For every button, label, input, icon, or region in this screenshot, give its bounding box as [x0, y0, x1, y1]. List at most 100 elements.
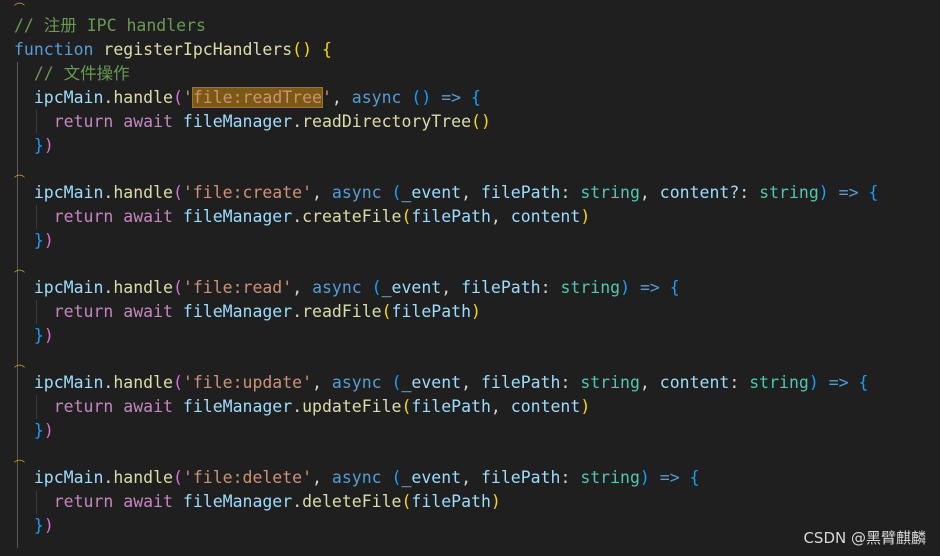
function-name: registerIpcHandlers: [103, 40, 293, 59]
code-line-18[interactable]: }): [14, 419, 54, 443]
brace: {: [669, 278, 680, 297]
keyword: async: [331, 373, 382, 392]
code-line-9[interactable]: return await fileManager.createFile(file…: [14, 205, 591, 229]
paren: ): [580, 397, 591, 416]
paren: (: [371, 278, 382, 297]
dot: .: [292, 207, 303, 226]
identifier: ipcMain: [33, 278, 104, 297]
search-highlight: file:readTree: [191, 87, 323, 108]
dot: .: [103, 468, 114, 487]
code-line-2[interactable]: function registerIpcHandlers() {: [14, 38, 332, 62]
arg: filePath: [411, 207, 491, 226]
paren: (: [381, 302, 392, 321]
code-line-21[interactable]: return await fileManager.deleteFile(file…: [14, 490, 501, 514]
method: updateFile: [302, 397, 402, 416]
paren: (: [391, 373, 402, 392]
type: string: [580, 468, 640, 487]
identifier: ipcMain: [33, 468, 104, 487]
type: string: [580, 183, 640, 202]
brace: {: [689, 468, 700, 487]
param: filePath: [461, 278, 541, 297]
brace: {: [868, 183, 879, 202]
comma: ,: [312, 183, 332, 202]
param: filePath: [480, 183, 561, 202]
paren: (: [401, 397, 412, 416]
type: string: [749, 373, 809, 392]
type: string: [580, 373, 640, 392]
code-line-12[interactable]: ipcMain.handle('file:read', async (_even…: [14, 276, 680, 300]
arg: filePath: [411, 397, 491, 416]
code-line-6[interactable]: }): [14, 134, 54, 158]
code-line-13[interactable]: return await fileManager.readFile(filePa…: [14, 300, 481, 324]
identifier: ipcMain: [33, 183, 104, 202]
method: deleteFile: [302, 492, 402, 511]
colon: :: [729, 373, 750, 392]
paren: (): [292, 40, 313, 59]
keyword: return: [53, 302, 114, 321]
method: handle: [113, 373, 173, 392]
comma: ,: [639, 183, 660, 202]
brace: }: [33, 231, 44, 250]
arrow: =>: [639, 278, 660, 297]
warning-squiggle: ⌒: [14, 2, 25, 15]
comma: ,: [312, 468, 332, 487]
code-line-17[interactable]: return await fileManager.updateFile(file…: [14, 395, 591, 419]
keyword: async: [331, 183, 382, 202]
dot: .: [292, 302, 303, 321]
code-line-4[interactable]: ipcMain.handle('file:readTree', async ()…: [14, 86, 481, 110]
paren: ): [818, 183, 829, 202]
keyword: return: [53, 397, 114, 416]
code-line-14[interactable]: }): [14, 324, 54, 348]
code-line-1[interactable]: // 注册 IPC handlers: [14, 14, 206, 38]
colon: :: [560, 183, 581, 202]
dot: .: [103, 278, 114, 297]
paren: ): [43, 136, 54, 155]
method: handle: [113, 468, 173, 487]
brace: }: [33, 136, 44, 155]
code-line-3[interactable]: // 文件操作: [14, 62, 130, 86]
code-line-10[interactable]: }): [14, 229, 54, 253]
code-line-20[interactable]: ipcMain.handle('file:delete', async (_ev…: [14, 466, 700, 490]
paren: (: [172, 278, 183, 297]
paren: ): [808, 373, 819, 392]
brace: {: [858, 373, 869, 392]
paren: (: [391, 183, 402, 202]
param: filePath: [480, 468, 561, 487]
dot: .: [103, 88, 114, 107]
identifier: fileManager: [182, 207, 293, 226]
arrow: =>: [659, 468, 680, 487]
comma: ,: [461, 183, 481, 202]
comma: ,: [292, 278, 313, 297]
identifier: ipcMain: [33, 88, 104, 107]
param: _event: [401, 183, 462, 202]
arg: content: [510, 397, 581, 416]
code-line-8[interactable]: ipcMain.handle('file:create', async (_ev…: [14, 181, 879, 205]
dot: .: [292, 112, 303, 131]
arg: content: [510, 207, 581, 226]
string-literal: 'file:update': [182, 373, 313, 392]
colon: :: [560, 373, 581, 392]
paren: (): [411, 88, 432, 107]
param: content?: [659, 183, 740, 202]
dot: .: [103, 373, 114, 392]
comment: // 文件操作: [33, 64, 130, 83]
code-editor[interactable]: ⌒ ⌒ ⌒ ⌒ ⌒ // 注册 IPC handlers function re…: [0, 0, 940, 556]
watermark: CSDN @黑臂麒麟: [803, 529, 926, 547]
type: string: [560, 278, 621, 297]
dot: .: [103, 183, 114, 202]
code-line-16[interactable]: ipcMain.handle('file:update', async (_ev…: [14, 371, 869, 395]
code-line-22[interactable]: }): [14, 514, 54, 538]
code-line-5[interactable]: return await fileManager.readDirectoryTr…: [14, 110, 491, 134]
comma: ,: [639, 373, 660, 392]
param: _event: [401, 373, 462, 392]
paren: (: [391, 468, 402, 487]
keyword: async: [312, 278, 362, 297]
arrow: =>: [828, 373, 849, 392]
identifier: fileManager: [182, 492, 293, 511]
param: filePath: [480, 373, 561, 392]
keyword: return: [53, 112, 114, 131]
method: readDirectoryTree: [302, 112, 472, 131]
param: _event: [381, 278, 442, 297]
paren: ): [43, 326, 54, 345]
comment: // 注册 IPC handlers: [14, 16, 206, 35]
